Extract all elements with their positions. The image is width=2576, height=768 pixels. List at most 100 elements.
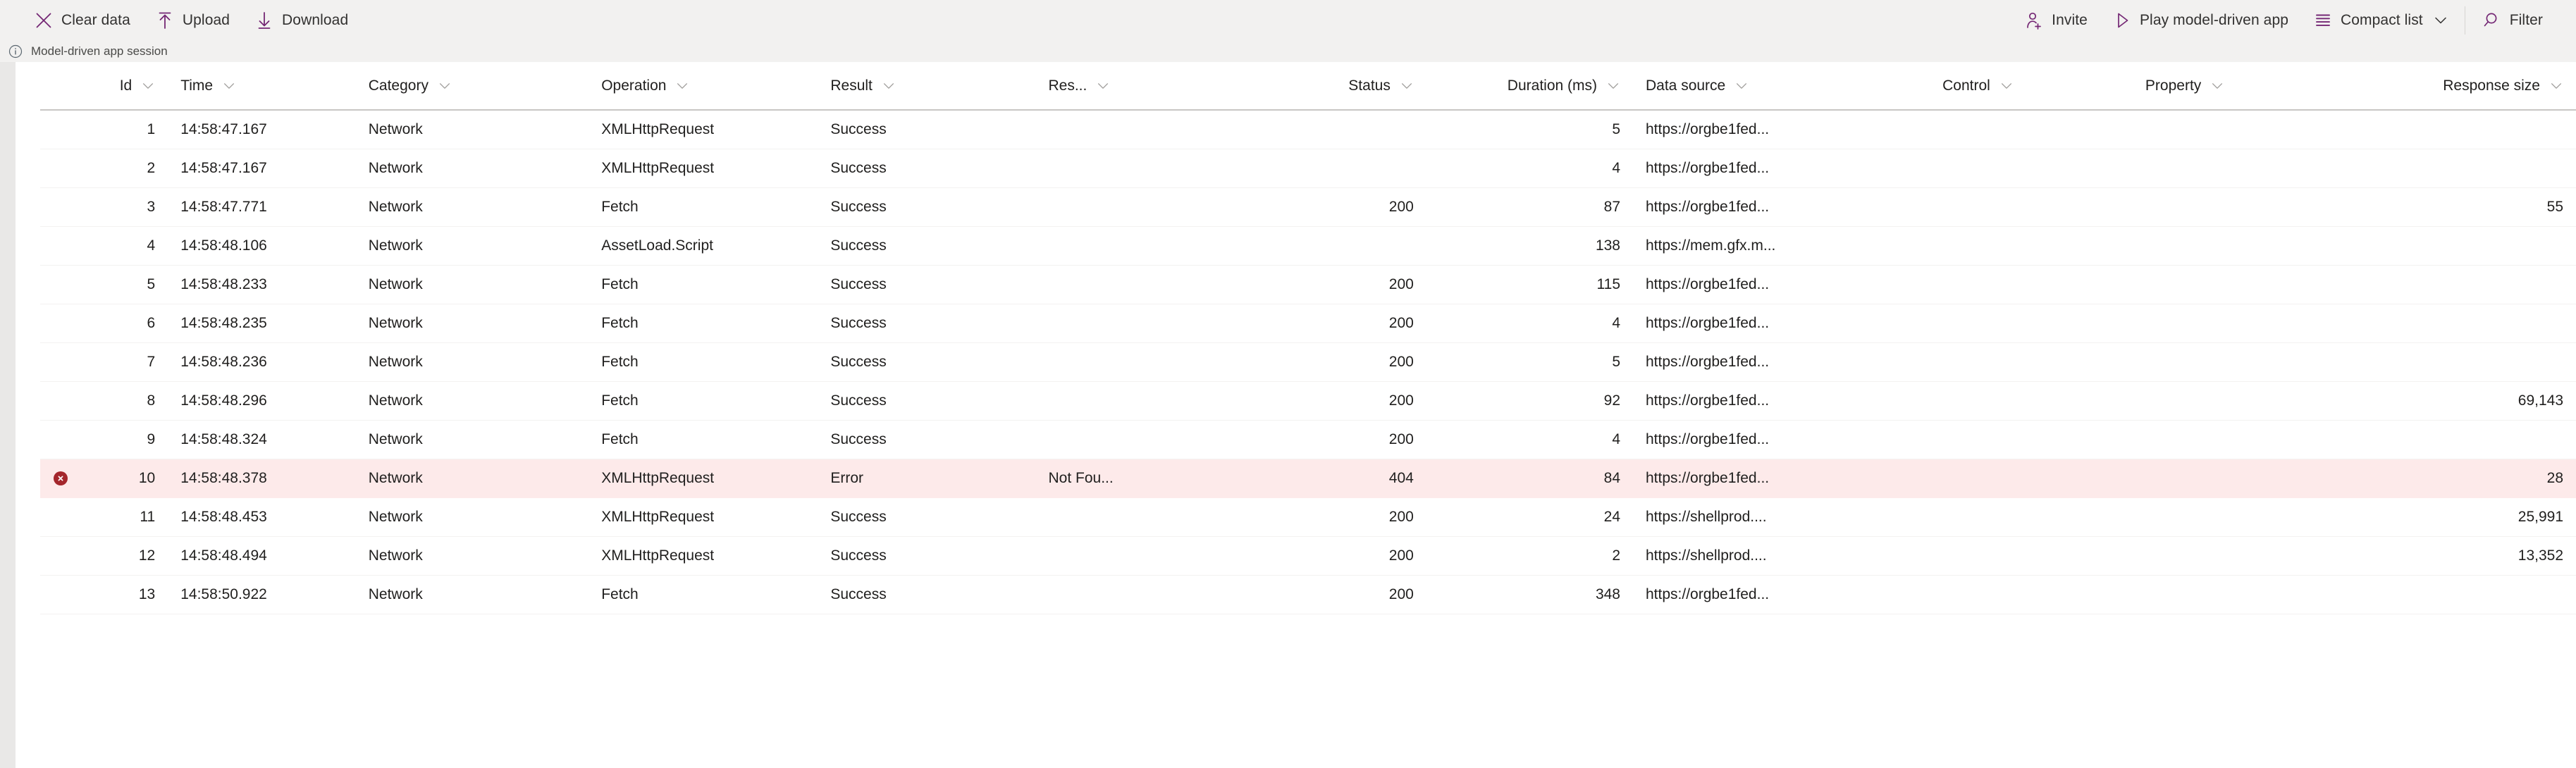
command-compact-list-button[interactable]: Compact list bbox=[2300, 0, 2460, 40]
column-header-category[interactable]: Category bbox=[355, 62, 589, 111]
cell-text: XMLHttpRequest bbox=[588, 537, 818, 575]
cell-text bbox=[2133, 188, 2332, 226]
table-row[interactable]: 8 14:58:48.296 Network Fetch Success 200 92 htt… bbox=[40, 381, 2576, 421]
cell-text bbox=[1930, 188, 2133, 226]
cell-status_icon bbox=[40, 536, 82, 576]
cell-operation: AssetLoad.Script bbox=[588, 226, 818, 266]
cell-duration: 348 bbox=[1426, 575, 1633, 614]
monitor-app-root: Clear data Upload Download Invite Play mode… bbox=[0, 0, 2576, 768]
cell-text bbox=[1930, 111, 2133, 149]
table-row[interactable]: 12 14:58:48.494 Network XMLHttpRequest Succe… bbox=[40, 536, 2576, 576]
chevron-down-icon[interactable] bbox=[1606, 79, 1620, 93]
monitor-table: Id Time Category Operation Result Res... Statu… bbox=[40, 62, 2576, 614]
column-header-response_size[interactable]: Response size bbox=[2331, 62, 2576, 111]
chevron-down-icon[interactable] bbox=[675, 79, 689, 93]
cell-text: 24 bbox=[1426, 498, 1633, 536]
cell-res bbox=[1035, 187, 1183, 227]
cell-data_source: https://orgbe1fed... bbox=[1633, 575, 1930, 614]
cell-value: https://orgbe1fed... bbox=[1646, 392, 1770, 409]
cell-value: XMLHttpRequest bbox=[601, 160, 715, 176]
column-header-content: Id bbox=[82, 62, 168, 109]
column-header-content: Time bbox=[168, 62, 356, 109]
cell-text: 200 bbox=[1182, 304, 1426, 342]
table-row[interactable]: 1 14:58:47.167 Network XMLHttpRequest Succes… bbox=[40, 110, 2576, 149]
table-row[interactable]: 7 14:58:48.236 Network Fetch Success 200 5 http… bbox=[40, 342, 2576, 382]
column-header-control[interactable]: Control bbox=[1930, 62, 2133, 111]
chevron-down-icon[interactable] bbox=[2210, 79, 2224, 93]
chevron-down-icon[interactable] bbox=[1999, 79, 2014, 93]
cell-res: Not Fou... bbox=[1035, 459, 1183, 498]
row-status-icon-wrapper bbox=[40, 266, 82, 304]
column-header-duration[interactable]: Duration (ms) bbox=[1426, 62, 1633, 111]
cell-duration: 92 bbox=[1426, 381, 1633, 421]
column-header-property[interactable]: Property bbox=[2132, 62, 2332, 111]
column-header-status[interactable]: Status bbox=[1182, 62, 1426, 111]
cell-value: 9 bbox=[147, 431, 156, 447]
column-header-operation[interactable]: Operation bbox=[588, 62, 818, 111]
cell-value: 4 bbox=[147, 237, 156, 254]
table-row[interactable]: 4 14:58:48.106 Network AssetLoad.Script Succ… bbox=[40, 226, 2576, 266]
column-header-time[interactable]: Time bbox=[168, 62, 356, 111]
cell-value: https://orgbe1fed... bbox=[1646, 586, 1770, 602]
table-row[interactable]: 2 14:58:47.167 Network XMLHttpRequest Succes… bbox=[40, 149, 2576, 188]
cell-status_icon bbox=[40, 265, 82, 304]
cell-value: Success bbox=[830, 315, 887, 331]
cell-value: Success bbox=[830, 392, 887, 409]
table-row[interactable]: 11 14:58:48.453 Network XMLHttpRequest Succe… bbox=[40, 497, 2576, 537]
cell-text: Success bbox=[818, 227, 1035, 265]
chevron-down-icon[interactable] bbox=[1400, 79, 1414, 93]
table-row[interactable]: 9 14:58:48.324 Network Fetch Success 200 4 http… bbox=[40, 420, 2576, 459]
chevron-down-icon[interactable] bbox=[882, 79, 896, 93]
table-row[interactable]: 13 14:58:50.922 Network Fetch Success 200 348 h… bbox=[40, 575, 2576, 614]
chevron-down-icon[interactable] bbox=[438, 79, 452, 93]
cell-value: 200 bbox=[1388, 354, 1414, 370]
cell-value: Network bbox=[368, 509, 423, 525]
command-filter-button[interactable]: Filter bbox=[2470, 0, 2555, 40]
cell-id: 13 bbox=[81, 575, 168, 614]
cell-response_size: 69,143 bbox=[2331, 381, 2576, 421]
column-header-id[interactable]: Id bbox=[81, 62, 168, 111]
chevron-down-icon[interactable] bbox=[141, 79, 155, 93]
cell-text: 14:58:48.233 bbox=[168, 266, 356, 304]
close-x-icon bbox=[33, 10, 54, 31]
cell-text: Success bbox=[818, 576, 1035, 614]
table-header-row: Id Time Category Operation Result Res... Statu… bbox=[40, 62, 2576, 111]
chevron-down-icon[interactable] bbox=[1734, 79, 1749, 93]
cell-value: 8 bbox=[147, 392, 156, 409]
cell-text: AssetLoad.Script bbox=[588, 227, 818, 265]
table-row[interactable]: 6 14:58:48.235 Network Fetch Success 200 4 http… bbox=[40, 304, 2576, 343]
cell-value: XMLHttpRequest bbox=[601, 509, 715, 525]
chevron-down-icon[interactable] bbox=[222, 79, 236, 93]
cell-value: https://orgbe1fed... bbox=[1646, 354, 1770, 370]
cell-category: Network bbox=[355, 226, 589, 266]
command-play-model-driven-app-button[interactable]: Play model-driven app bbox=[2100, 0, 2300, 40]
cell-text: 14:58:50.922 bbox=[168, 576, 356, 614]
cell-value: 87 bbox=[1603, 199, 1620, 215]
command-clear-data-button[interactable]: Clear data bbox=[21, 0, 142, 40]
chevron-down-icon[interactable] bbox=[1096, 79, 1110, 93]
command-label: Play model-driven app bbox=[2139, 11, 2288, 28]
cell-text: XMLHttpRequest bbox=[588, 459, 818, 497]
cell-value: Network bbox=[368, 586, 423, 602]
row-status-icon-wrapper bbox=[40, 498, 82, 536]
table-row[interactable]: 10 14:58:48.378 Network XMLHttpRequest Error… bbox=[40, 459, 2576, 498]
cell-text: 4 bbox=[1426, 149, 1633, 187]
cell-result: Success bbox=[818, 149, 1036, 188]
column-header-res[interactable]: Res... bbox=[1035, 62, 1183, 111]
cell-property bbox=[2132, 226, 2332, 266]
table-row[interactable]: 5 14:58:48.233 Network Fetch Success 200 115 ht… bbox=[40, 265, 2576, 304]
cell-value: Fetch bbox=[601, 431, 639, 447]
command-invite-button[interactable]: Invite bbox=[2011, 0, 2100, 40]
column-header-data_source[interactable]: Data source bbox=[1633, 62, 1930, 111]
cell-property bbox=[2132, 420, 2332, 459]
cell-response_size bbox=[2331, 575, 2576, 614]
cell-operation: XMLHttpRequest bbox=[588, 497, 818, 537]
table-row[interactable]: 3 14:58:47.771 Network Fetch Success 200 87 htt… bbox=[40, 187, 2576, 227]
column-header-result[interactable]: Result bbox=[818, 62, 1036, 111]
command-upload-button[interactable]: Upload bbox=[142, 0, 242, 40]
monitor-table-container[interactable]: Id Time Category Operation Result Res... Statu… bbox=[40, 62, 2576, 768]
chevron-down-icon[interactable] bbox=[2549, 79, 2563, 93]
cell-text: 404 bbox=[1182, 459, 1426, 497]
cell-duration: 138 bbox=[1426, 226, 1633, 266]
command-download-button[interactable]: Download bbox=[242, 0, 360, 40]
